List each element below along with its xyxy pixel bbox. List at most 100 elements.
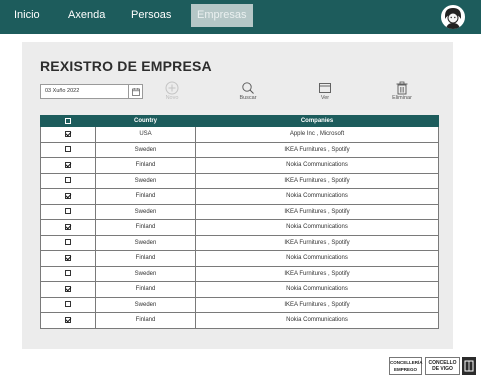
row-checkbox[interactable] — [65, 270, 71, 277]
row-select-cell[interactable] — [40, 219, 96, 236]
country-cell: Sweden — [95, 265, 196, 282]
row-checkbox[interactable] — [65, 146, 71, 153]
companies-cell: IKEA Furnitures , Spotify — [195, 265, 439, 282]
logo1-line2: EMPREGO — [393, 367, 417, 372]
top-navigation-bar: Inicio Axenda Persoas Empresas — [0, 0, 481, 34]
companies-cell: IKEA Furnitures , Spotify — [195, 172, 439, 189]
row-checkbox[interactable] — [65, 161, 71, 168]
row-select-cell[interactable] — [40, 203, 96, 220]
table-header-row: Country Companies — [40, 115, 439, 127]
plus-circle-icon — [152, 80, 192, 95]
country-cell: Finland — [95, 312, 196, 329]
row-checkbox[interactable] — [65, 254, 71, 261]
ver-label: Ver — [320, 95, 330, 101]
row-checkbox[interactable] — [65, 223, 71, 230]
main-panel: REXISTRO DE EMPRESA 03 Xuño 2022 Novo Bu… — [22, 42, 453, 349]
companies-cell: Nokia Communications — [195, 188, 439, 205]
row-checkbox[interactable] — [65, 177, 71, 184]
row-select-cell[interactable] — [40, 157, 96, 174]
novo-label: Novo — [165, 95, 179, 101]
table-row[interactable]: Finland Nokia Communications — [40, 157, 439, 174]
companies-cell: IKEA Furnitures , Spotify — [195, 234, 439, 251]
companies-table: Country Companies USA Apple Inc , Microso… — [40, 115, 439, 329]
companies-cell: IKEA Furnitures , Spotify — [195, 296, 439, 313]
select-all-header[interactable] — [40, 115, 96, 127]
row-select-cell[interactable] — [40, 126, 96, 143]
table-row[interactable]: USA Apple Inc , Microsoft — [40, 126, 439, 143]
country-cell: Finland — [95, 219, 196, 236]
concello-vigo-logo: CONCELLO DE VIGO — [425, 357, 460, 375]
table-row[interactable]: Finland Nokia Communications — [40, 312, 439, 329]
table-row[interactable]: Finland Nokia Communications — [40, 219, 439, 236]
row-select-cell[interactable] — [40, 141, 96, 158]
companies-cell: Nokia Communications — [195, 312, 439, 329]
logo2-line2: DE VIGO — [432, 366, 453, 372]
date-field[interactable]: 03 Xuño 2022 — [40, 84, 143, 99]
user-avatar[interactable] — [439, 3, 467, 31]
logo1-line1: CONCELLERÍA — [390, 360, 423, 365]
row-select-cell[interactable] — [40, 281, 96, 298]
row-select-cell[interactable] — [40, 250, 96, 267]
eliminar-label: Eliminar — [392, 95, 412, 101]
novo-button[interactable]: Novo — [152, 80, 192, 101]
nav-item-persoas[interactable]: Persoas — [125, 4, 177, 27]
page-title: REXISTRO DE EMPRESA — [40, 58, 212, 74]
window-icon — [305, 80, 345, 95]
country-cell: Finland — [95, 250, 196, 267]
row-checkbox[interactable] — [65, 285, 71, 292]
row-select-cell[interactable] — [40, 188, 96, 205]
companies-header[interactable]: Companies — [195, 115, 439, 127]
row-checkbox[interactable] — [65, 316, 71, 323]
trash-icon — [382, 80, 422, 95]
row-select-cell[interactable] — [40, 296, 96, 313]
companies-cell: Nokia Communications — [195, 281, 439, 298]
row-select-cell[interactable] — [40, 265, 96, 282]
row-select-cell[interactable] — [40, 312, 96, 329]
country-cell: Sweden — [95, 234, 196, 251]
country-cell: Finland — [95, 188, 196, 205]
companies-cell: Apple Inc , Microsoft — [195, 126, 439, 143]
country-header[interactable]: Country — [95, 115, 196, 127]
country-cell: Sweden — [95, 203, 196, 220]
table-row[interactable]: Sweden IKEA Furnitures , Spotify — [40, 203, 439, 220]
buscar-button[interactable]: Buscar — [228, 80, 268, 101]
eliminar-button[interactable]: Eliminar — [382, 80, 422, 101]
companies-cell: Nokia Communications — [195, 250, 439, 267]
table-row[interactable]: Sweden IKEA Furnitures , Spotify — [40, 265, 439, 282]
row-checkbox[interactable] — [65, 301, 71, 308]
vigo-emblem-icon — [462, 357, 476, 375]
select-all-checkbox[interactable] — [65, 117, 71, 124]
row-checkbox[interactable] — [65, 130, 71, 137]
table-row[interactable]: Sweden IKEA Furnitures , Spotify — [40, 172, 439, 189]
country-cell: Sweden — [95, 141, 196, 158]
concelleria-emprego-logo: CONCELLERÍA EMPREGO — [389, 357, 423, 375]
buscar-label: Buscar — [239, 95, 257, 101]
nav-item-inicio[interactable]: Inicio — [8, 4, 46, 27]
row-checkbox[interactable] — [65, 239, 71, 246]
companies-cell: Nokia Communications — [195, 219, 439, 236]
ver-button[interactable]: Ver — [305, 80, 345, 101]
country-cell: USA — [95, 126, 196, 143]
row-select-cell[interactable] — [40, 172, 96, 189]
nav-item-axenda[interactable]: Axenda — [62, 4, 111, 27]
row-checkbox[interactable] — [65, 192, 71, 199]
row-select-cell[interactable] — [40, 234, 96, 251]
date-value: 03 Xuño 2022 — [45, 88, 80, 94]
country-cell: Finland — [95, 281, 196, 298]
companies-cell: Nokia Communications — [195, 157, 439, 174]
table-row[interactable]: Finland Nokia Communications — [40, 250, 439, 267]
table-row[interactable]: Finland Nokia Communications — [40, 281, 439, 298]
companies-cell: IKEA Furnitures , Spotify — [195, 203, 439, 220]
user-avatar-icon — [445, 8, 461, 29]
table-row[interactable]: Sweden IKEA Furnitures , Spotify — [40, 141, 439, 158]
nav-item-empresas[interactable]: Empresas — [191, 4, 253, 27]
country-cell: Sweden — [95, 172, 196, 189]
table-row[interactable]: Sweden IKEA Furnitures , Spotify — [40, 296, 439, 313]
table-row[interactable]: Sweden IKEA Furnitures , Spotify — [40, 234, 439, 251]
country-cell: Sweden — [95, 296, 196, 313]
row-checkbox[interactable] — [65, 208, 71, 215]
table-row[interactable]: Finland Nokia Communications — [40, 188, 439, 205]
calendar-icon[interactable] — [128, 85, 142, 98]
country-cell: Finland — [95, 157, 196, 174]
companies-cell: IKEA Furnitures , Spotify — [195, 141, 439, 158]
